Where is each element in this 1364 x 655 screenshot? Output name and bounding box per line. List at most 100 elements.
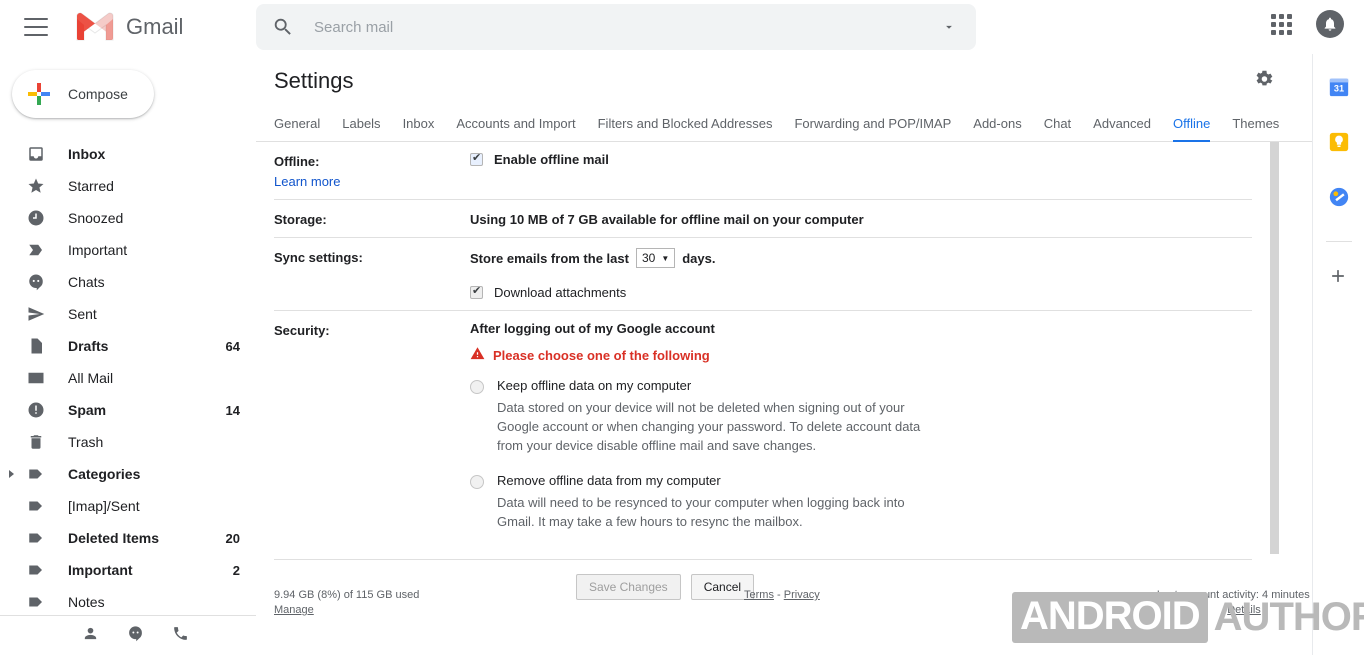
sidebar-item-snoozed[interactable]: Snoozed — [0, 202, 256, 234]
sidebar-item-label: All Mail — [68, 370, 114, 386]
tab-offline[interactable]: Offline — [1173, 116, 1211, 142]
chevron-down-icon: ▼ — [661, 253, 670, 263]
storage-quota-block: 9.94 GB (8%) of 115 GB used Manage — [274, 589, 419, 616]
tag-icon — [26, 496, 46, 516]
terms-link[interactable]: Terms — [744, 589, 774, 601]
tab-add-ons[interactable]: Add-ons — [973, 116, 1021, 142]
sidebar-item-deleted-items[interactable]: Deleted Items 20 — [0, 522, 256, 554]
storage-quota-text: 9.94 GB (8%) of 115 GB used — [274, 589, 420, 601]
offline-row-label: Offline: Learn more — [274, 152, 470, 189]
security-option-keep[interactable]: Keep offline data on my computer Data st… — [470, 378, 1252, 455]
sidebar-item-label: Drafts — [68, 338, 109, 354]
save-changes-button[interactable]: Save Changes — [575, 574, 681, 600]
sidebar-item-categories[interactable]: Categories — [0, 458, 256, 490]
gmail-brand-label: Gmail — [126, 14, 184, 39]
offline-row: Offline: Learn more Enable offline mail — [274, 142, 1252, 200]
scrollbar-thumb[interactable] — [1270, 142, 1279, 554]
sidebar-nav: Inbox Starred Snoozed Important Chats Se… — [0, 138, 256, 618]
page-title: Settings — [274, 68, 354, 93]
tag-icon — [26, 528, 46, 548]
remove-offline-data-texts: Remove offline data from my computer Dat… — [497, 473, 937, 531]
sidebar-item-important[interactable]: Important — [0, 234, 256, 266]
security-option-remove[interactable]: Remove offline data from my computer Dat… — [470, 473, 1252, 531]
sidebar-item-trash[interactable]: Trash — [0, 426, 256, 458]
remove-offline-data-radio[interactable] — [470, 475, 484, 489]
chevron-right-icon[interactable] — [9, 470, 14, 478]
gmail-brand[interactable]: Gmail — [74, 11, 183, 43]
sidebar-item-spam[interactable]: Spam 14 — [0, 394, 256, 426]
storage-usage-text: Using 10 MB of 7 GB available for offlin… — [470, 212, 864, 227]
sidebar-item-label: Important — [68, 562, 133, 578]
security-row-label: Security: — [274, 323, 330, 338]
sidebar-item-important-label[interactable]: Important 2 — [0, 554, 256, 586]
sync-settings-row-label: Sync settings: — [274, 250, 363, 265]
tab-inbox[interactable]: Inbox — [403, 116, 435, 142]
tab-labels[interactable]: Labels — [342, 116, 380, 142]
phone-icon[interactable] — [172, 625, 189, 647]
tab-themes[interactable]: Themes — [1232, 116, 1279, 142]
bell-icon[interactable] — [1316, 10, 1344, 38]
remove-offline-data-title: Remove offline data from my computer — [497, 473, 721, 488]
tab-general[interactable]: General — [274, 116, 320, 142]
enable-offline-mail-row[interactable]: Enable offline mail — [470, 151, 1252, 167]
security-row-body: After logging out of my Google account P… — [470, 321, 1252, 549]
tab-filters-and-blocked-addresses[interactable]: Filters and Blocked Addresses — [598, 116, 773, 142]
sidebar-item-imap-sent[interactable]: [Imap]/Sent — [0, 490, 256, 522]
search-icon[interactable] — [272, 16, 294, 38]
enable-offline-mail-checkbox[interactable] — [470, 151, 483, 166]
tag-icon — [26, 592, 46, 612]
compose-button[interactable]: Compose — [12, 70, 154, 118]
keep-offline-data-radio[interactable] — [470, 380, 484, 394]
plus-icon[interactable] — [1328, 266, 1350, 288]
settings-content: Offline: Learn more Enable offline mail … — [256, 142, 1331, 616]
person-icon[interactable] — [82, 625, 99, 647]
sidebar-item-sent[interactable]: Sent — [0, 298, 256, 330]
sidebar-footer — [0, 615, 256, 655]
sidebar-item-label: Starred — [68, 178, 114, 194]
tab-forwarding-and-pop-imap[interactable]: Forwarding and POP/IMAP — [794, 116, 951, 142]
security-warning-text: Please choose one of the following — [493, 347, 710, 363]
sidebar-item-chats[interactable]: Chats — [0, 266, 256, 298]
sidebar-item-count: 14 — [225, 402, 240, 418]
remove-offline-data-desc: Data will need to be resynced to your co… — [497, 495, 905, 529]
sidebar-item-drafts[interactable]: Drafts 64 — [0, 330, 256, 362]
keep-icon[interactable] — [1328, 131, 1350, 153]
search-bar[interactable] — [256, 4, 976, 50]
download-attachments-checkbox[interactable] — [470, 284, 483, 299]
security-heading: After logging out of my Google account — [470, 321, 715, 336]
hamburger-icon[interactable] — [24, 18, 48, 36]
main-panel: Settings General Labels Inbox Accounts a… — [256, 54, 1331, 655]
sidebar-item-notes[interactable]: Notes — [0, 586, 256, 618]
tab-chat[interactable]: Chat — [1044, 116, 1071, 142]
storage-row: Storage: Using 10 MB of 7 GB available f… — [274, 200, 1252, 238]
enable-offline-mail-label: Enable offline mail — [494, 152, 609, 167]
hangouts-icon[interactable] — [127, 625, 144, 647]
clock-icon — [26, 208, 46, 228]
sync-settings-row-body: Store emails from the last 30 ▼ days. Do… — [470, 248, 1252, 300]
plus-icon — [26, 81, 52, 107]
sidebar-item-all-mail[interactable]: All Mail — [0, 362, 256, 394]
sidebar-item-inbox[interactable]: Inbox — [0, 138, 256, 170]
security-row: Security: After logging out of my Google… — [274, 311, 1252, 560]
apps-grid-icon[interactable] — [1271, 13, 1292, 35]
calendar-icon[interactable]: 31 — [1328, 76, 1350, 98]
security-options: Keep offline data on my computer Data st… — [470, 378, 1252, 531]
manage-link[interactable]: Manage — [274, 604, 419, 616]
legal-links: Terms - Privacy — [744, 589, 820, 601]
privacy-link[interactable]: Privacy — [784, 589, 820, 601]
tab-advanced[interactable]: Advanced — [1093, 116, 1151, 142]
search-input[interactable] — [314, 18, 942, 36]
content-scrollbar[interactable] — [1270, 142, 1279, 562]
send-icon — [26, 304, 46, 324]
settings-tabs: General Labels Inbox Accounts and Import… — [256, 108, 1312, 142]
sidebar-item-starred[interactable]: Starred — [0, 170, 256, 202]
gear-icon[interactable] — [1253, 68, 1277, 92]
tasks-icon[interactable] — [1328, 186, 1350, 208]
learn-more-link[interactable]: Learn more — [274, 174, 470, 189]
gmail-logo-icon — [74, 11, 116, 43]
top-bar: Gmail — [0, 0, 1364, 54]
tab-accounts-and-import[interactable]: Accounts and Import — [456, 116, 575, 142]
sync-days-select[interactable]: 30 ▼ — [635, 248, 676, 268]
chevron-down-icon[interactable] — [942, 20, 956, 34]
download-attachments-row[interactable]: Download attachments — [470, 284, 1252, 300]
